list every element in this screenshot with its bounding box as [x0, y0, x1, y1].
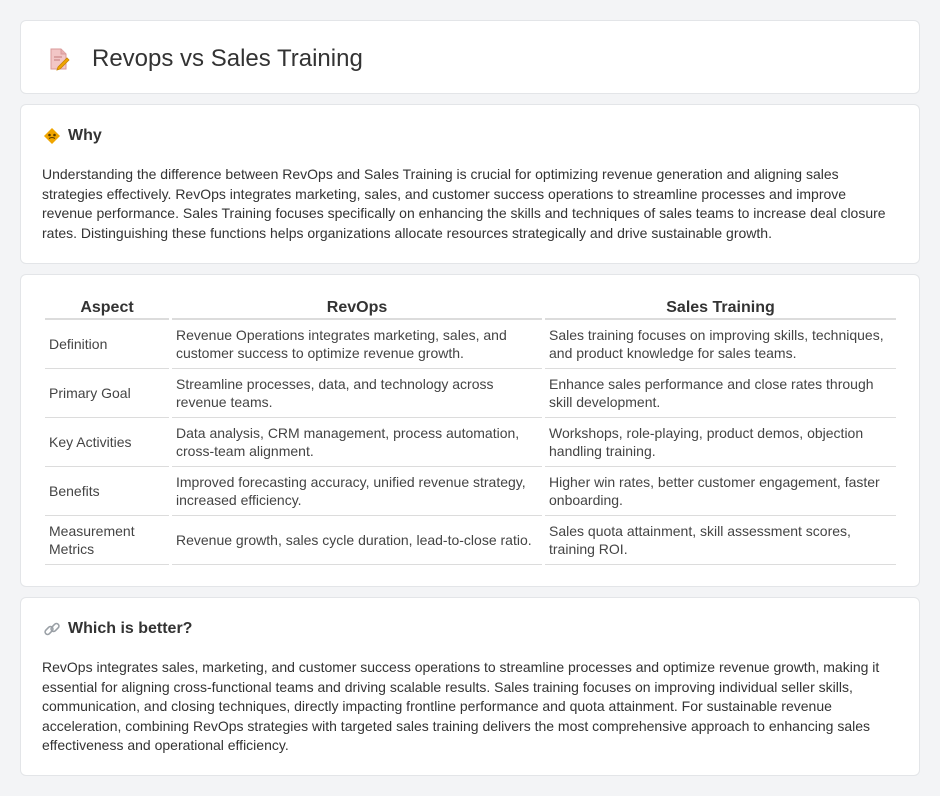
revops-cell: Revenue growth, sales cycle duration, le…	[172, 516, 542, 565]
table-row: Primary Goal Streamline processes, data,…	[45, 369, 896, 418]
aspect-cell: Definition	[45, 320, 169, 369]
diamond-warning-icon	[43, 127, 61, 145]
comparison-table: Aspect RevOps Sales Training Definition …	[42, 295, 899, 565]
table-row: Benefits Improved forecasting accuracy, …	[45, 467, 896, 516]
why-section: Why Understanding the difference between…	[20, 104, 920, 264]
column-header-aspect: Aspect	[45, 295, 169, 320]
comparison-section: Aspect RevOps Sales Training Definition …	[20, 274, 920, 587]
table-header-row: Aspect RevOps Sales Training	[45, 295, 896, 320]
sales-training-cell: Enhance sales performance and close rate…	[545, 369, 896, 418]
column-header-revops: RevOps	[172, 295, 542, 320]
column-header-sales-training: Sales Training	[545, 295, 896, 320]
revops-cell: Improved forecasting accuracy, unified r…	[172, 467, 542, 516]
why-text: Understanding the difference between Rev…	[42, 166, 886, 241]
sales-training-cell: Sales training focuses on improving skil…	[545, 320, 896, 369]
aspect-cell: Key Activities	[45, 418, 169, 467]
link-icon	[43, 620, 61, 638]
revops-cell: Revenue Operations integrates marketing,…	[172, 320, 542, 369]
why-title: Why	[68, 127, 102, 144]
document-pencil-icon	[48, 47, 70, 71]
which-is-better-text: RevOps integrates sales, marketing, and …	[42, 659, 880, 753]
revops-cell: Data analysis, CRM management, process a…	[172, 418, 542, 467]
revops-cell: Streamline processes, data, and technolo…	[172, 369, 542, 418]
header-card: Revops vs Sales Training	[20, 20, 920, 94]
table-row: Key Activities Data analysis, CRM manage…	[45, 418, 896, 467]
which-is-better-section: Which is better? RevOps integrates sales…	[20, 597, 920, 776]
table-row: Definition Revenue Operations integrates…	[45, 320, 896, 369]
table-row: Measurement Metrics Revenue growth, sale…	[45, 516, 896, 565]
sales-training-cell: Higher win rates, better customer engage…	[545, 467, 896, 516]
aspect-cell: Benefits	[45, 467, 169, 516]
page-title: Revops vs Sales Training	[92, 45, 363, 72]
which-is-better-title: Which is better?	[68, 620, 193, 637]
sales-training-cell: Workshops, role-playing, product demos, …	[545, 418, 896, 467]
aspect-cell: Measurement Metrics	[45, 516, 169, 565]
which-is-better-heading: Which is better?	[43, 619, 192, 639]
why-heading: Why	[43, 126, 102, 146]
sales-training-cell: Sales quota attainment, skill assessment…	[545, 516, 896, 565]
aspect-cell: Primary Goal	[45, 369, 169, 418]
